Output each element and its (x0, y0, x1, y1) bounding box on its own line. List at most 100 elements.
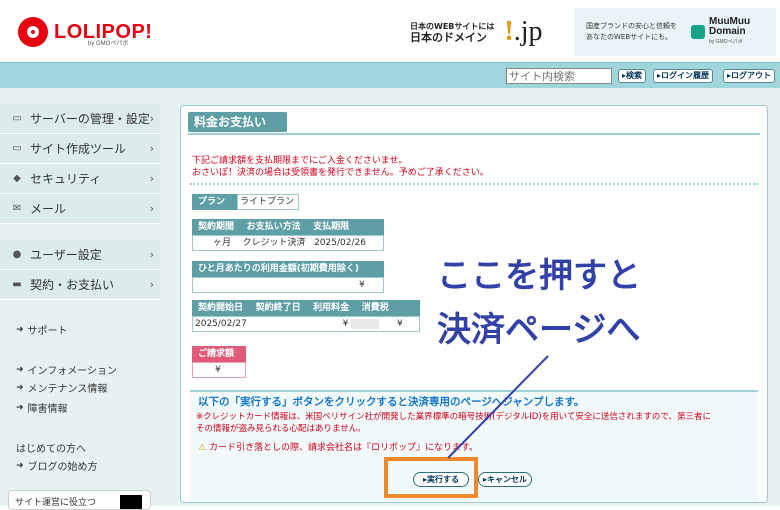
due-date-label: 支払期限 (313, 222, 350, 232)
period-value-row: 2025/02/27 ¥ ¥ (192, 316, 420, 332)
sidebar-item-server[interactable]: ▭ サーバーの管理・設定 › (0, 104, 160, 134)
chevron-right-icon: › (149, 142, 154, 155)
ad-mm-text: 国産ブランドの安心と信頼を あなたのWEBサイトにも。 (586, 21, 677, 43)
arrow-right-icon: ➜ (16, 324, 24, 335)
jp-logo-text: .jp (513, 16, 543, 47)
muumuu-logo: MuuMuu Domain by GMOペパボ (691, 17, 750, 47)
ad-mm-line2: あなたのWEBサイトにも。 (586, 33, 673, 41)
mm-name2: Domain (709, 26, 746, 37)
ad-banner[interactable]: 日本のWEBサイトには 日本のドメイン !.jp 国産ブランドの安心と信頼を あ… (392, 8, 776, 56)
sidebar-item-label: サイト作成ツール (30, 142, 127, 156)
user-icon: ● (12, 249, 22, 260)
period-header-row: 契約開始日 契約終了日 利用料金 消費税 (192, 300, 420, 316)
x-logo-icon (120, 495, 142, 509)
sidebar-item-mail[interactable]: ✉ メール › (0, 194, 160, 224)
monthly-fee-value: ¥ (192, 277, 384, 293)
sidebar-link-blog-start[interactable]: ➜ ブログの始め方 (16, 458, 98, 474)
tax-value: ¥ (396, 319, 403, 329)
info-red-line1: ※クレジットカード情報は、米国ベリサイン社が開発した業界標準の暗号技術(デジタル… (196, 412, 712, 422)
charge-label: ご請求額 (192, 346, 246, 362)
sidebar-link-first-time[interactable]: はじめての方へ (16, 440, 86, 455)
arrow-right-icon: ➜ (16, 382, 24, 393)
warning-icon: ⚠ (198, 443, 207, 453)
sidebar-promo-card[interactable]: サイト運営に役立つ (8, 490, 151, 510)
end-date-label: 契約終了日 (255, 303, 301, 313)
page-title: 料金お支払い (188, 112, 287, 132)
chevron-right-icon: › (149, 248, 154, 261)
charge-value: ¥ (192, 362, 246, 378)
link-label: ブログの始め方 (27, 462, 98, 473)
ad-mm-line1: 国産ブランドの安心と信頼を (586, 22, 677, 30)
start-date-label: 契約開始日 (198, 303, 244, 313)
plan-value: ライトプラン (237, 194, 299, 210)
card-icon: ▬ (12, 279, 22, 290)
info-red-line2: その情報が盗み見られる心配はありません。 (196, 424, 366, 434)
ad-muumuu[interactable]: 国産ブランドの安心と信頼を あなたのWEBサイトにも。 MuuMuu Domai… (574, 8, 776, 56)
shield-icon: ◆ (13, 173, 21, 184)
link-label: インフォメーション (27, 366, 118, 377)
sidebar-item-label: メール (30, 202, 67, 216)
link-label: メンテナンス情報 (27, 384, 108, 395)
monthly-fee-label: ひと月あたりの利用金額(初期費用除く) (192, 261, 384, 277)
ad-jp-line2: 日本のドメイン (410, 31, 487, 44)
sidebar-item-label: セキュリティ (30, 172, 102, 186)
chevron-right-icon: › (149, 112, 154, 125)
sidebar-link-maintenance[interactable]: ➜ メンテナンス情報 (16, 380, 108, 396)
contract-term-label: 契約期間 (198, 222, 235, 232)
start-date-value: 2025/02/27 (195, 319, 247, 329)
arrow-right-icon: ➜ (16, 460, 24, 471)
sidebar-link-information[interactable]: ➜ インフォメーション (16, 362, 118, 378)
sidebar-item-label: 契約・お支払い (30, 278, 115, 292)
navbar: ▸検索 ▸ログイン履歴 ▸ログアウト (0, 62, 780, 88)
arrow-right-icon: ➜ (16, 402, 24, 413)
lolipop-logo[interactable]: LOLIPOP! (18, 14, 152, 50)
plan-label: プラン (192, 194, 237, 210)
contract-value-row: ヶ月 クレジット決済 2025/02/26 (192, 235, 384, 251)
search-button[interactable]: ▸検索 (618, 69, 647, 83)
cancel-button[interactable]: ▸キャンセル (478, 472, 532, 487)
link-label: 障害情報 (27, 404, 68, 415)
title-divider (188, 133, 760, 135)
muumuu-name: MuuMuu Domain by GMOペパボ (709, 17, 750, 47)
arrow-right-icon: ➜ (16, 364, 24, 375)
logo-sub: by GMOペパボ (88, 41, 129, 47)
chevron-right-icon: › (149, 202, 154, 215)
sidebar-item-label: サーバーの管理・設定 (30, 112, 150, 126)
mm-by: by GMOペパボ (709, 39, 743, 45)
annotation-line2: 決済ページへ (437, 310, 641, 350)
notice-line2: おさいぽ！決済の場合は受領書を発行できません。予めご了承ください。 (192, 168, 489, 178)
mail-icon: ✉ (12, 203, 22, 214)
highlight-box (384, 457, 478, 498)
sidebar-item-security[interactable]: ◆ セキュリティ › (0, 164, 160, 194)
jp-logo: !.jp (504, 16, 543, 47)
usage-fee-label: 利用料金 (313, 303, 350, 313)
warning-line: ⚠ カード引き落としの際、請求会社名は『ロリポップ』になります。 (198, 440, 478, 453)
sidebar-item-user-settings[interactable]: ● ユーザー設定 › (0, 240, 160, 270)
muumuu-icon (691, 25, 705, 39)
warning-text: カード引き落としの際、請求会社名は『ロリポップ』になります。 (208, 443, 479, 453)
divider (190, 183, 758, 185)
lolipop-logo-icon (18, 17, 48, 47)
redacted-block (351, 318, 380, 329)
server-icon: ▭ (12, 113, 22, 124)
contract-term-value: ヶ月 (213, 238, 232, 248)
login-history-button[interactable]: ▸ログイン履歴 (653, 69, 714, 83)
site-search-input[interactable] (506, 68, 612, 84)
logout-button[interactable]: ▸ログアウト (723, 69, 776, 83)
info-main-text: 以下の「実行する」ボタンをクリックすると決済専用のページへジャンプします。 (198, 396, 585, 408)
tax-label: 消費税 (361, 303, 389, 313)
ad-jp-text: 日本のWEBサイトには 日本のドメイン (410, 21, 494, 43)
sidebar-link-support[interactable]: ➜ サポート (16, 322, 68, 338)
sidebar-item-contract-payment[interactable]: ▬ 契約・お支払い › (0, 270, 160, 300)
chevron-right-icon: › (149, 172, 154, 185)
ad-jp[interactable]: 日本のWEBサイトには 日本のドメイン !.jp (392, 8, 574, 56)
link-label: サポート (27, 326, 68, 337)
due-date-value: 2025/02/26 (314, 238, 366, 248)
link-label: はじめての方へ (16, 444, 86, 455)
sidebar-item-label: ユーザー設定 (30, 248, 102, 262)
sidebar-link-failure[interactable]: ➜ 障害情報 (16, 400, 68, 416)
laptop-icon: ▭ (12, 143, 22, 154)
payment-method-value: クレジット決済 (242, 238, 306, 248)
payment-method-label: お支払い方法 (246, 222, 301, 232)
sidebar-item-site-tools[interactable]: ▭ サイト作成ツール › (0, 134, 160, 164)
